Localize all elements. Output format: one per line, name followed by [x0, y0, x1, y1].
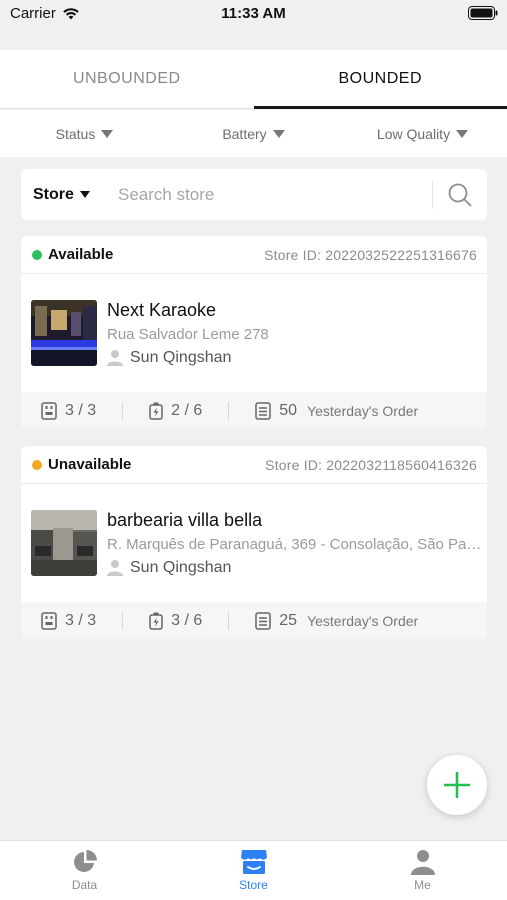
nav-item-store[interactable]: Store: [169, 841, 338, 900]
order-list-icon: [255, 611, 272, 630]
order-label: Yesterday's Order: [307, 612, 419, 629]
store-info: Next Karaoke Rua Salvador Leme 278 Sun Q…: [107, 300, 482, 367]
slot-stat: 3 / 3: [41, 612, 96, 630]
card-header: Available Store ID: 2022032522251316676: [21, 236, 487, 274]
store-id: Store ID: 2022032118560416326: [265, 456, 477, 473]
order-stat: 50 Yesterday's Order: [255, 402, 418, 420]
slot-count: 3 / 3: [65, 611, 97, 629]
store-thumbnail: [31, 510, 97, 576]
status-dot: [32, 249, 42, 260]
card-header: Unavailable Store ID: 202203211856041632…: [21, 446, 487, 484]
caret-down-icon: [79, 191, 90, 198]
nav-item-me[interactable]: Me: [338, 841, 507, 900]
search-input[interactable]: [118, 184, 432, 205]
tab-unbounded[interactable]: UNBOUNDED: [0, 50, 254, 108]
store-name: Next Karaoke: [107, 299, 217, 320]
caret-down-icon: [101, 129, 114, 138]
card-stats: 3 / 3 2 / 6 50 Yesterday's Order: [21, 392, 487, 429]
tab-bounded[interactable]: BOUNDED: [253, 50, 507, 109]
search-button[interactable]: [433, 169, 487, 220]
plus-icon: [444, 772, 470, 798]
status-label: Available: [48, 246, 114, 263]
status-filter-label: Status: [55, 125, 96, 142]
slot-icon: [41, 611, 57, 630]
manager-name: Sun Qingshan: [130, 348, 232, 366]
store-name: barbearia villa bella: [107, 509, 263, 530]
battery-charge-icon: [149, 612, 163, 630]
pie-chart-icon: [73, 850, 97, 872]
nav-item-data[interactable]: Data: [0, 841, 169, 900]
battery-stat: 2 / 6: [149, 402, 202, 420]
slot-icon: [41, 401, 57, 420]
person-icon: [410, 850, 435, 875]
search-scope-dropdown[interactable]: Store: [21, 186, 118, 204]
order-count: 25: [279, 611, 298, 629]
screen: Carrier 11:33 AM UNBOUNDED BOUNDED Statu…: [0, 0, 507, 900]
battery-charge-icon: [149, 402, 163, 420]
store-thumbnail: [31, 300, 97, 366]
store-icon: [240, 850, 267, 874]
binding-tabs: UNBOUNDED BOUNDED: [0, 50, 507, 109]
low-quality-filter-label: Low Quality: [376, 125, 451, 142]
stat-divider: [228, 401, 230, 420]
status-indicator: Available: [32, 246, 113, 263]
status-bar: Carrier 11:33 AM: [0, 0, 507, 28]
stat-divider: [122, 611, 124, 630]
order-count: 50: [279, 401, 298, 419]
slot-count: 3 / 3: [65, 401, 97, 419]
order-list-icon: [255, 401, 272, 420]
filter-bar: Status Battery Low Quality: [0, 110, 507, 157]
low-quality-filter[interactable]: Low Quality: [338, 110, 507, 157]
search-scope-label: Store: [33, 185, 74, 203]
battery-filter-label: Battery: [222, 125, 267, 142]
stat-divider: [122, 401, 124, 420]
search-icon: [448, 183, 472, 206]
person-icon: [107, 560, 123, 576]
status-indicator: Unavailable: [32, 456, 131, 473]
slot-stat: 3 / 3: [41, 402, 96, 420]
order-label: Yesterday's Order: [307, 402, 419, 419]
nav-label-data: Data: [71, 878, 98, 892]
caret-down-icon: [456, 129, 469, 138]
clock: 11:33 AM: [221, 5, 286, 22]
card-body: barbearia villa bella R. Marquês de Para…: [21, 484, 487, 602]
add-store-button[interactable]: [427, 755, 487, 815]
battery-count: 3 / 6: [171, 611, 203, 629]
store-address: Rua Salvador Leme 278: [107, 325, 269, 343]
caret-down-icon: [272, 129, 285, 138]
bottom-nav: Data Store Me: [0, 840, 507, 900]
status-label: Unavailable: [48, 456, 132, 473]
manager-name: Sun Qingshan: [130, 558, 232, 576]
status-dot: [32, 459, 42, 470]
person-icon: [107, 350, 123, 366]
status-filter[interactable]: Status: [0, 110, 169, 157]
nav-label-me: Me: [414, 878, 431, 892]
store-manager: Sun Qingshan: [107, 559, 482, 577]
card-stats: 3 / 3 3 / 6 25 Yesterday's Order: [21, 602, 487, 639]
stat-divider: [228, 611, 230, 630]
search-bar: Store: [21, 169, 487, 220]
store-address: R. Marquês de Paranaguá, 369 - Consolaçã…: [107, 535, 482, 553]
store-card[interactable]: Available Store ID: 2022032522251316676 …: [21, 236, 487, 429]
store-info: barbearia villa bella R. Marquês de Para…: [107, 510, 482, 577]
battery-filter[interactable]: Battery: [169, 110, 338, 157]
nav-label-store: Store: [239, 878, 268, 892]
battery-stat: 3 / 6: [149, 612, 202, 630]
store-id: Store ID: 2022032522251316676: [264, 246, 477, 263]
battery-count: 2 / 6: [171, 401, 203, 419]
order-stat: 25 Yesterday's Order: [255, 612, 418, 630]
battery-icon: [468, 6, 498, 20]
card-body: Next Karaoke Rua Salvador Leme 278 Sun Q…: [21, 274, 487, 392]
store-manager: Sun Qingshan: [107, 349, 482, 367]
store-card[interactable]: Unavailable Store ID: 202203211856041632…: [21, 446, 487, 639]
